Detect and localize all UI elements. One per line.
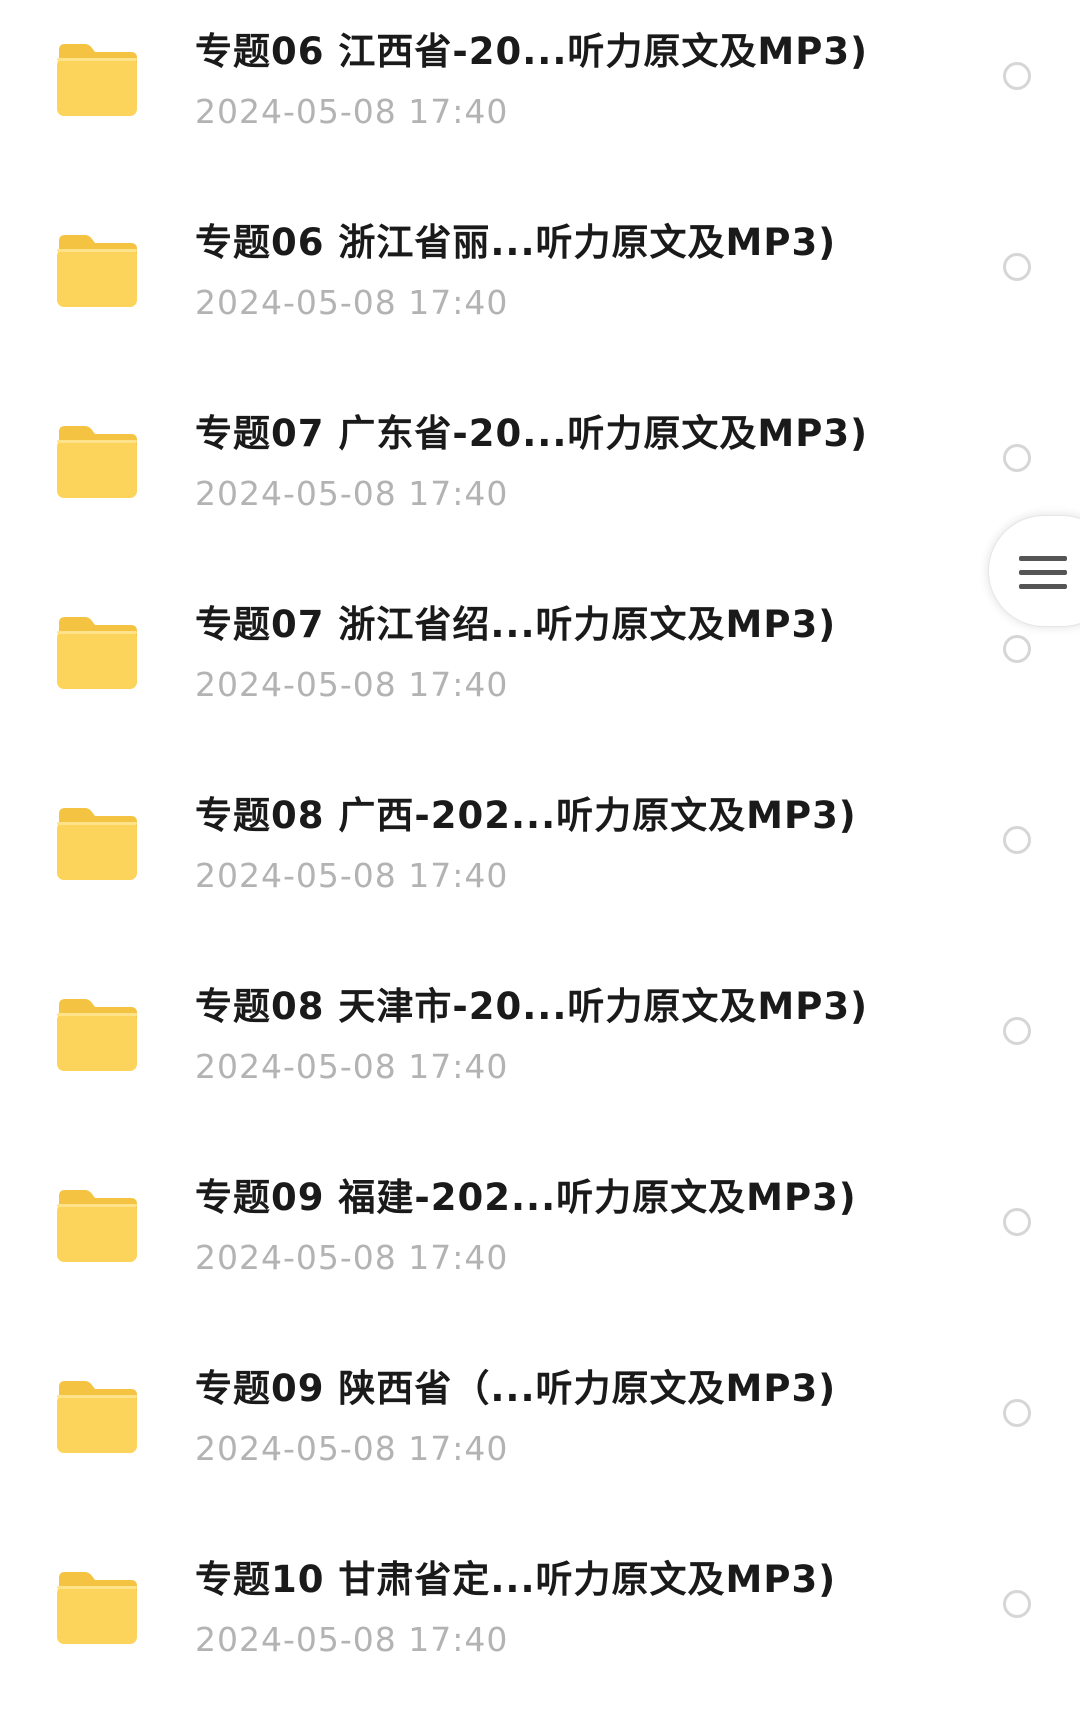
file-date: 2024-05-08 17:40 (195, 283, 509, 322)
file-row[interactable]: 专题09 陕西省（...听力原文及MP3) 2024-05-08 17:40 (0, 1337, 1080, 1528)
file-row[interactable]: 专题07 广东省-20...听力原文及MP3) 2024-05-08 17:40 (0, 382, 1080, 573)
file-row[interactable]: 专题06 江西省-20...听力原文及MP3) 2024-05-08 17:40 (0, 0, 1080, 191)
file-name: 专题10 甘肃省定...听力原文及MP3) (195, 1558, 837, 1601)
file-name: 专题08 广西-202...听力原文及MP3) (195, 794, 857, 837)
file-date: 2024-05-08 17:40 (195, 856, 509, 895)
file-date: 2024-05-08 17:40 (195, 1238, 509, 1277)
file-row[interactable]: 专题10 甘肃省定...听力原文及MP3) 2024-05-08 17:40 (0, 1528, 1080, 1719)
folder-icon (55, 40, 139, 118)
select-radio[interactable] (1003, 444, 1031, 472)
select-radio[interactable] (1003, 1590, 1031, 1618)
file-date: 2024-05-08 17:40 (195, 665, 509, 704)
file-date: 2024-05-08 17:40 (195, 92, 509, 131)
folder-icon (55, 422, 139, 500)
file-row[interactable]: 专题08 天津市-20...听力原文及MP3) 2024-05-08 17:40 (0, 955, 1080, 1146)
file-name: 专题07 广东省-20...听力原文及MP3) (195, 412, 868, 455)
folder-icon (55, 613, 139, 691)
folder-icon (55, 1377, 139, 1455)
folder-icon (55, 995, 139, 1073)
file-name: 专题06 江西省-20...听力原文及MP3) (195, 30, 868, 73)
folder-icon (55, 804, 139, 882)
file-date: 2024-05-08 17:40 (195, 1047, 509, 1086)
file-name: 专题06 浙江省丽...听力原文及MP3) (195, 221, 837, 264)
folder-icon (55, 1568, 139, 1646)
select-radio[interactable] (1003, 1208, 1031, 1236)
select-radio[interactable] (1003, 253, 1031, 281)
select-radio[interactable] (1003, 826, 1031, 854)
file-row[interactable]: 专题08 广西-202...听力原文及MP3) 2024-05-08 17:40 (0, 764, 1080, 955)
menu-icon (1019, 556, 1067, 590)
file-name: 专题08 天津市-20...听力原文及MP3) (195, 985, 868, 1028)
select-radio[interactable] (1003, 1399, 1031, 1427)
select-radio[interactable] (1003, 62, 1031, 90)
file-date: 2024-05-08 17:40 (195, 1620, 509, 1659)
file-name: 专题09 陕西省（...听力原文及MP3) (195, 1367, 837, 1410)
folder-icon (55, 231, 139, 309)
file-name: 专题07 浙江省绍...听力原文及MP3) (195, 603, 837, 646)
select-radio[interactable] (1003, 635, 1031, 663)
file-date: 2024-05-08 17:40 (195, 1429, 509, 1468)
select-radio[interactable] (1003, 1017, 1031, 1045)
file-date: 2024-05-08 17:40 (195, 474, 509, 513)
file-row[interactable]: 专题09 福建-202...听力原文及MP3) 2024-05-08 17:40 (0, 1146, 1080, 1337)
file-list: 专题06 江西省-20...听力原文及MP3) 2024-05-08 17:40… (0, 0, 1080, 1725)
file-row[interactable]: 专题06 浙江省丽...听力原文及MP3) 2024-05-08 17:40 (0, 191, 1080, 382)
file-row[interactable]: 专题07 浙江省绍...听力原文及MP3) 2024-05-08 17:40 (0, 573, 1080, 764)
folder-icon (55, 1186, 139, 1264)
file-name: 专题09 福建-202...听力原文及MP3) (195, 1176, 857, 1219)
